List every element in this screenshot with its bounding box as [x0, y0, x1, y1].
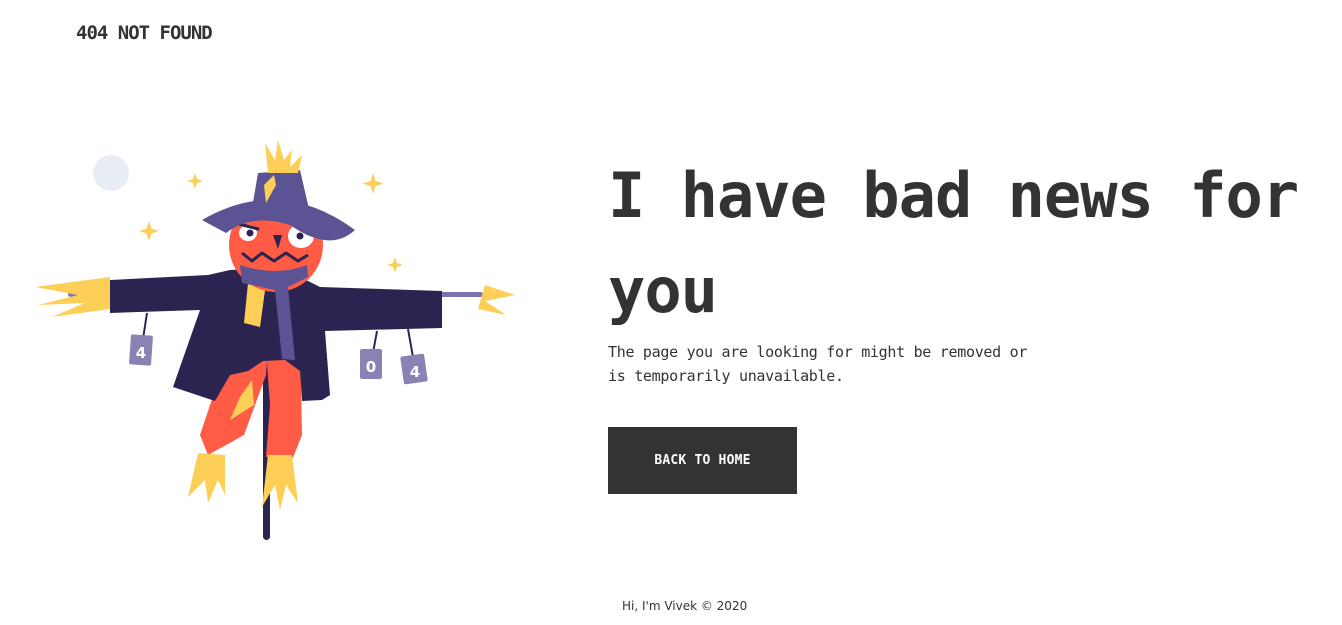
scarecrow-illustration: 4 0 4	[35, 140, 515, 540]
footer-credit: Hi, I'm Vivek © 2020	[622, 599, 748, 613]
error-description: The page you are looking for might be re…	[608, 343, 1028, 385]
can-label: 4	[410, 363, 420, 381]
back-to-home-button[interactable]: BACK TO HOME	[608, 427, 797, 494]
can-label: 0	[366, 358, 376, 376]
can-label: 4	[136, 344, 146, 362]
headline: I have bad news for you	[608, 159, 1299, 327]
site-brand: 404 NOT FOUND	[76, 22, 213, 44]
moon-icon	[93, 155, 129, 191]
